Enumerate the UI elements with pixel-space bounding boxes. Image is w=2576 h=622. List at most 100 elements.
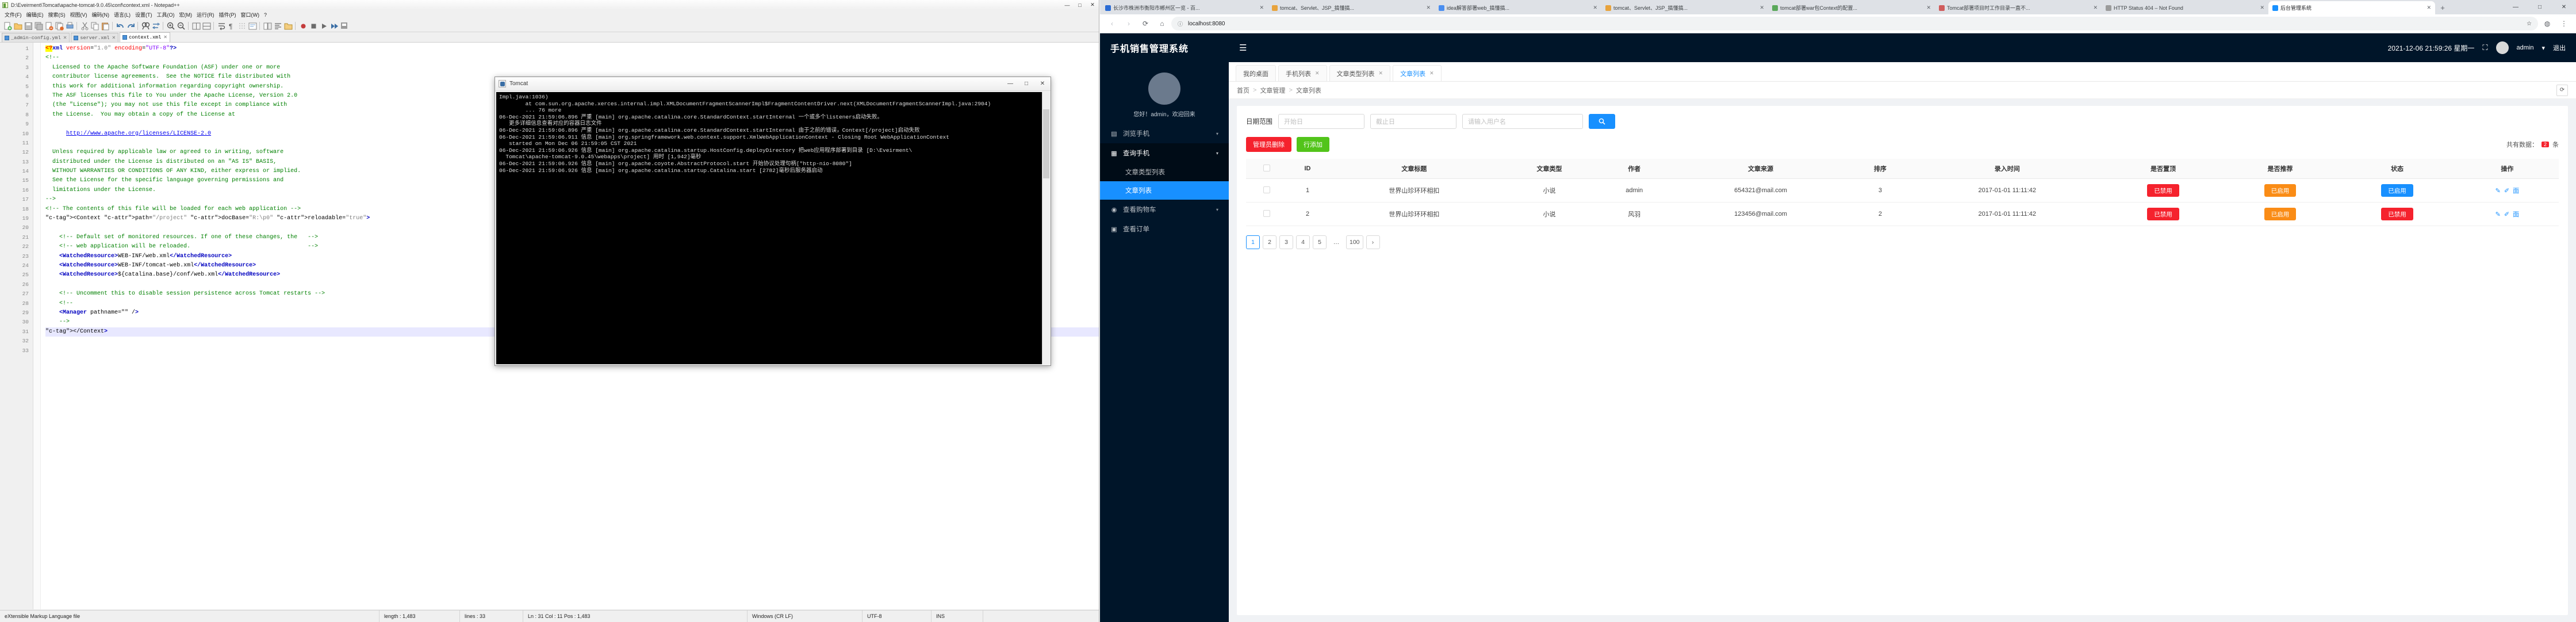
chevron-down-icon[interactable]: ▾ — [2542, 44, 2545, 52]
bookmark-star-icon[interactable]: ☆ — [2527, 21, 2532, 27]
browser-tab-4[interactable]: tomcat部署war包Context的配置...✕ — [1768, 1, 1935, 14]
browser-tab-7[interactable]: 后台管理系统✕ — [2268, 1, 2435, 14]
select-all-checkbox[interactable] — [1263, 165, 1270, 171]
close-all-files-icon[interactable] — [54, 21, 64, 30]
close-icon[interactable]: ✕ — [2426, 5, 2431, 11]
fold-margin[interactable] — [33, 43, 41, 609]
sidebar-item-4[interactable]: ◉查看购物车▾ — [1100, 200, 1229, 219]
operation-icon-2[interactable]: 面 — [2513, 186, 2519, 195]
folder-as-workspace-icon[interactable] — [283, 21, 293, 30]
cell-status[interactable]: 已禁用 — [2339, 203, 2455, 226]
notepad-minimize-button[interactable]: — — [1061, 1, 1074, 9]
close-icon[interactable]: ✕ — [2260, 5, 2264, 11]
menu-help[interactable]: ? — [263, 12, 270, 18]
browser-menu-icon[interactable]: ⋮ — [2556, 16, 2571, 31]
browser-tab-0[interactable]: 长沙市株洲市衡阳市郴州区一览 - 百...✕ — [1101, 1, 1268, 14]
is-top-badge[interactable]: 已禁用 — [2147, 184, 2179, 197]
operation-icon-1[interactable]: ✐ — [2504, 187, 2509, 194]
breadcrumb-item-article-mgmt[interactable]: 文章管理 — [1260, 86, 1285, 95]
browser-close-button[interactable]: ✕ — [2552, 0, 2576, 14]
close-icon[interactable]: ✕ — [2093, 5, 2098, 11]
cell-is-top[interactable]: 已禁用 — [2104, 179, 2221, 203]
sidebar-item-1[interactable]: ▦查询手机▾ — [1100, 143, 1229, 163]
undo-icon[interactable] — [115, 21, 125, 30]
close-icon[interactable]: ✕ — [1426, 5, 1431, 11]
record-macro-icon[interactable] — [298, 21, 308, 30]
admin-delete-button[interactable]: 管理员删除 — [1246, 137, 1291, 152]
stop-macro-icon[interactable] — [308, 21, 318, 30]
start-date-input[interactable]: 开始日 — [1278, 114, 1364, 129]
file-tab-server-xml[interactable]: server.xml ✕ — [71, 33, 118, 42]
menu-search[interactable]: 搜索(S) — [47, 10, 69, 19]
sidebar-item-0[interactable]: ▤浏览手机▾ — [1100, 124, 1229, 143]
browser-maximize-button[interactable]: □ — [2528, 0, 2552, 14]
menu-file[interactable]: 文件(F) — [3, 10, 25, 19]
search-button[interactable] — [1589, 114, 1615, 129]
tomcat-close-button[interactable]: ✕ — [1034, 78, 1051, 90]
page-button-2[interactable]: 2 — [1263, 235, 1276, 249]
word-wrap-icon[interactable] — [216, 21, 226, 30]
close-icon[interactable]: ✕ — [1593, 5, 1597, 11]
file-tab-context-xml[interactable]: context.xml ✕ — [120, 32, 170, 42]
code-line[interactable]: <!-- — [45, 54, 1099, 63]
print-icon[interactable] — [64, 21, 74, 30]
logout-button[interactable]: 退出 — [2553, 43, 2566, 52]
cell-is-recommend[interactable]: 已启用 — [2222, 179, 2339, 203]
table-row[interactable]: 1世界山珍环环相扣小说admin654321@mail.com32017-01-… — [1246, 179, 2559, 203]
close-icon[interactable]: ✕ — [112, 35, 116, 41]
close-icon[interactable]: ✕ — [163, 35, 167, 40]
row-checkbox[interactable] — [1246, 179, 1287, 203]
sidebar-toggle-icon[interactable]: ☰ — [1239, 43, 1247, 53]
indent-guide-icon[interactable] — [237, 21, 247, 30]
new-tab-button[interactable]: + — [2435, 1, 2450, 14]
row-checkbox[interactable] — [1263, 186, 1270, 193]
open-file-icon[interactable] — [13, 21, 22, 30]
browser-tab-3[interactable]: tomcat、Servlet、JSP_搞懂搞...✕ — [1601, 1, 1768, 14]
close-icon[interactable]: ✕ — [1379, 70, 1383, 77]
close-icon[interactable]: ✕ — [1315, 70, 1320, 77]
menu-encoding[interactable]: 编码(N) — [91, 10, 113, 19]
menu-edit[interactable]: 编辑(E) — [25, 10, 47, 19]
save-all-icon[interactable] — [33, 21, 43, 30]
sync-scroll-h-icon[interactable] — [201, 21, 211, 30]
is-recommend-badge[interactable]: 已启用 — [2264, 184, 2297, 197]
browser-minimize-button[interactable]: — — [2504, 0, 2528, 14]
menu-window[interactable]: 窗口(W) — [240, 10, 263, 19]
is-recommend-badge[interactable]: 已启用 — [2264, 208, 2297, 220]
operation-icon-2[interactable]: 面 — [2513, 209, 2519, 219]
menu-run[interactable]: 运行(R) — [195, 10, 218, 19]
copy-icon[interactable] — [90, 21, 99, 30]
cell-is-top[interactable]: 已禁用 — [2104, 203, 2221, 226]
close-icon[interactable]: ✕ — [1259, 5, 1264, 11]
avatar[interactable] — [2496, 41, 2509, 54]
page-button-last[interactable]: 100 — [1346, 235, 1363, 249]
header-username[interactable]: admin — [2517, 44, 2534, 51]
forward-icon[interactable]: › — [1121, 16, 1136, 31]
menu-language[interactable]: 语言(L) — [113, 10, 134, 19]
function-list-icon[interactable] — [273, 21, 282, 30]
next-page-button[interactable]: › — [1366, 235, 1380, 249]
paste-icon[interactable] — [100, 21, 110, 30]
replace-icon[interactable] — [151, 21, 160, 30]
notepad-close-button[interactable]: ✕ — [1086, 1, 1099, 9]
file-tab-admin-config[interactable]: _admin-config.yml ✕ — [2, 33, 70, 42]
site-info-icon[interactable]: ⓘ — [1178, 21, 1184, 27]
close-file-icon[interactable] — [44, 21, 53, 30]
operation-icon-0[interactable]: ✎ — [2496, 211, 2501, 218]
status-badge[interactable]: 已启用 — [2381, 184, 2413, 197]
app-tab-3[interactable]: 文章列表✕ — [1393, 65, 1442, 81]
zoom-out-icon[interactable] — [176, 21, 186, 30]
operation-icon-1[interactable]: ✐ — [2504, 211, 2509, 218]
refresh-icon[interactable]: ⟳ — [2556, 85, 2568, 96]
app-tab-1[interactable]: 手机列表✕ — [1278, 65, 1327, 81]
code-line[interactable]: <?xml version="1.0" encoding="UTF-8"?> — [45, 44, 1099, 54]
menu-macro[interactable]: 宏(M) — [178, 10, 196, 19]
save-macro-icon[interactable] — [339, 21, 349, 30]
sync-scroll-v-icon[interactable] — [191, 21, 201, 30]
reload-icon[interactable]: ⟳ — [1138, 16, 1153, 31]
close-icon[interactable]: ✕ — [1759, 5, 1764, 11]
menu-view[interactable]: 视图(V) — [69, 10, 91, 19]
play-multiple-macro-icon[interactable] — [329, 21, 339, 30]
profile-avatar-icon[interactable]: ◍ — [2540, 16, 2555, 31]
tomcat-minimize-button[interactable]: — — [1002, 78, 1018, 90]
